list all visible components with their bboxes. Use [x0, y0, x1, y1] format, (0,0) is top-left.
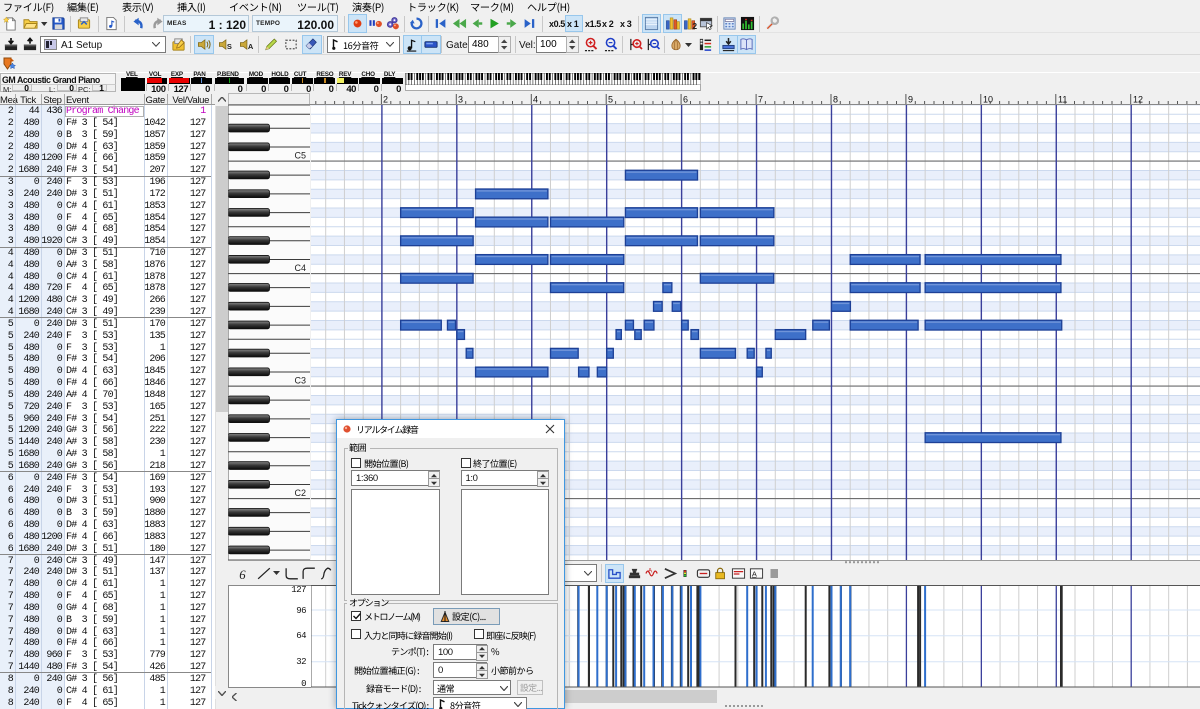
svg-text:S: S: [227, 42, 232, 51]
svg-text:8: 8: [833, 95, 838, 105]
svg-text:2: 2: [383, 95, 388, 105]
svg-text:5: 5: [608, 95, 613, 105]
svg-text:3: 3: [458, 95, 463, 105]
svg-text:6: 6: [239, 568, 246, 582]
svg-text:7: 7: [758, 95, 763, 105]
svg-text:11: 11: [1058, 95, 1067, 105]
svg-text:6: 6: [683, 95, 688, 105]
svg-text:10: 10: [983, 95, 993, 105]
svg-text:C4: C4: [294, 263, 306, 273]
svg-text:2: 2: [692, 21, 697, 31]
svg-text:C3: C3: [294, 376, 306, 386]
svg-text:9: 9: [908, 95, 913, 105]
svg-text:A: A: [248, 42, 254, 51]
svg-text:C5: C5: [294, 151, 306, 161]
svg-text:A̲: A̲: [751, 569, 757, 578]
svg-text:12: 12: [1133, 95, 1143, 105]
svg-text:C2: C2: [294, 488, 306, 498]
svg-text:4: 4: [533, 95, 538, 105]
svg-text:A: A: [648, 568, 653, 575]
